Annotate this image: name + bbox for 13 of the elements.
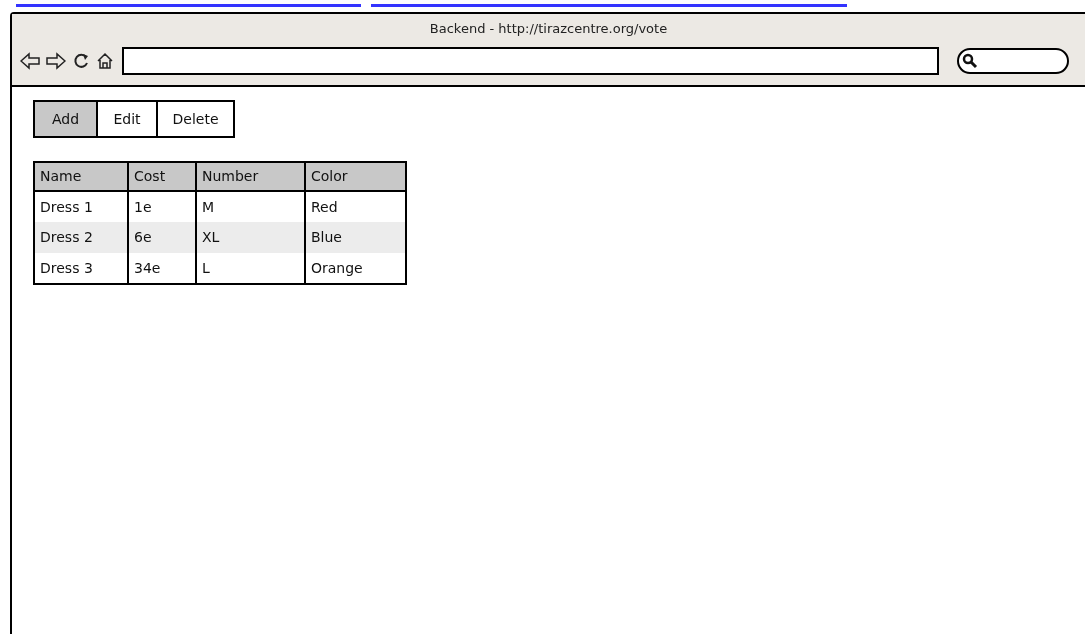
search-field[interactable] xyxy=(957,47,1069,74)
address-field[interactable] xyxy=(122,46,939,75)
back-icon[interactable] xyxy=(20,51,40,70)
table-cell: Dress 3 xyxy=(34,253,128,284)
window-title: Backend - http://tirazcentre.org/vote xyxy=(429,20,668,38)
table-cell: Orange xyxy=(305,253,406,284)
toolbar-button[interactable]: Add xyxy=(35,102,96,136)
reload-icon[interactable] xyxy=(72,51,90,70)
forward-icon[interactable] xyxy=(46,51,66,70)
table-cell: L xyxy=(196,253,305,284)
table-cell: 34e xyxy=(128,253,196,284)
home-icon[interactable] xyxy=(96,51,114,70)
search-icon xyxy=(962,52,978,69)
